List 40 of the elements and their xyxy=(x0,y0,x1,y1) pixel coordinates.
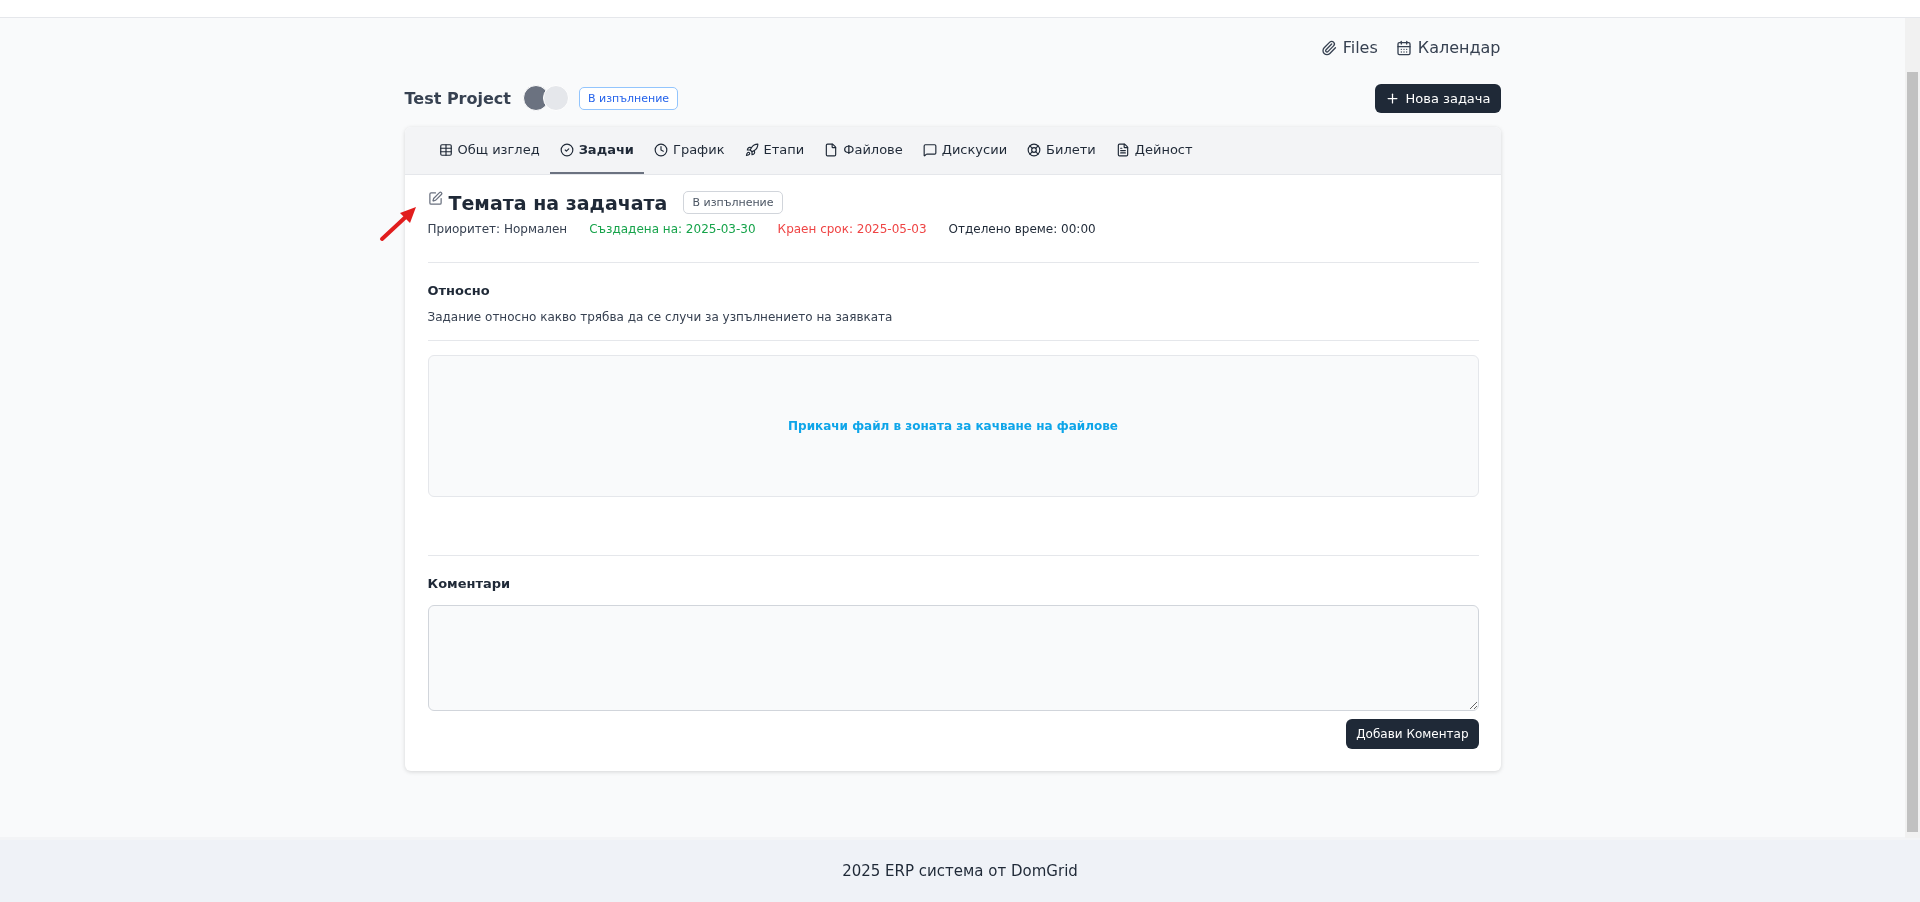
tab[interactable]: Дискусии xyxy=(912,127,1018,174)
meta-text: Приоритет: Нормален xyxy=(427,222,568,236)
meta-text: Краен срок: 2025-05-03 xyxy=(777,222,927,236)
avatar xyxy=(542,85,569,111)
tab[interactable]: Етапи xyxy=(734,127,815,174)
tab[interactable]: Задачи xyxy=(549,127,644,174)
description-text: Задание относно какво трябва да се случи за узпълнението на заявката xyxy=(427,310,894,324)
top-link[interactable]: Files xyxy=(1320,38,1378,57)
paperclip-icon xyxy=(1320,39,1337,56)
calendar-icon xyxy=(1395,39,1412,56)
meta-text: Отделено време: 00:00 xyxy=(948,222,1096,236)
meta-text: Създадена на: 2025-03-30 xyxy=(589,222,756,236)
speech-bubble-icon xyxy=(922,142,937,157)
tab[interactable]: Файлове xyxy=(814,127,913,174)
task-title: Темата на задачата xyxy=(448,191,668,214)
section-heading: Коментари xyxy=(427,576,512,591)
tab[interactable]: График xyxy=(643,127,735,174)
document-icon xyxy=(1115,142,1130,157)
tab[interactable]: Дейност xyxy=(1105,127,1203,174)
tab[interactable]: Билети xyxy=(1017,127,1106,174)
footer-text: 2025 ERP система от DomGrid xyxy=(842,862,1078,880)
new-task-button[interactable]: Нова задача xyxy=(1374,83,1501,113)
add-comment-button[interactable]: Добави Коментар xyxy=(1346,719,1479,749)
project-title: Test Project xyxy=(404,88,511,108)
status-badge: В изпълнение xyxy=(578,86,679,110)
rocket-icon xyxy=(744,142,759,157)
status-badge: В изпълнение xyxy=(683,191,783,214)
dropzone-text: Прикачи файл в зоната за качване на файлове xyxy=(788,419,1118,433)
section-heading: Относно xyxy=(427,283,491,298)
lifebuoy-icon xyxy=(1027,142,1042,157)
table-icon xyxy=(438,142,453,157)
scrollbar[interactable] xyxy=(1905,18,1920,838)
top-link[interactable]: Календар xyxy=(1395,38,1501,57)
comment-field[interactable] xyxy=(427,605,1479,711)
file-icon xyxy=(824,142,839,157)
plus-icon xyxy=(1384,90,1400,106)
tab[interactable]: Общ изглед xyxy=(428,127,550,174)
check-circle-icon xyxy=(559,142,574,157)
clock-icon xyxy=(653,142,668,157)
edit-icon[interactable] xyxy=(427,191,443,206)
